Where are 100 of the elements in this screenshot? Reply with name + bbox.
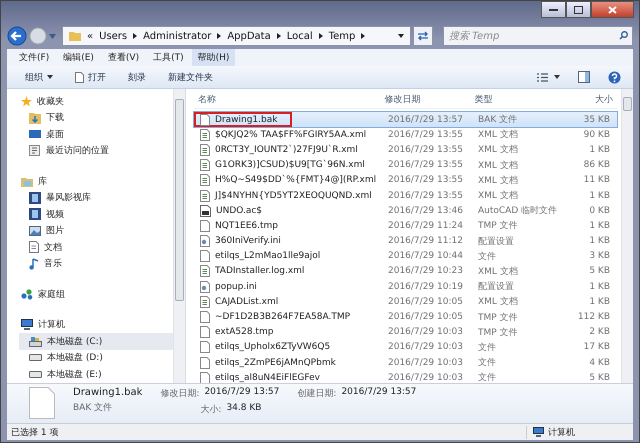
nav-item[interactable]: 视频 <box>19 206 173 222</box>
breadcrumb[interactable]: Users <box>99 30 128 42</box>
caret-icon[interactable] <box>554 75 560 79</box>
minimize-button[interactable] <box>541 1 566 18</box>
size-cell-text: 1 KB <box>588 282 611 292</box>
column-header[interactable]: 名称 <box>194 93 380 106</box>
type-cell-text: TMP 文件 <box>477 326 519 339</box>
address-bar[interactable]: « Users Administrator AppData Local Temp <box>62 26 411 46</box>
help-icon[interactable] <box>608 70 621 84</box>
nav-item[interactable]: 暴风影视库 <box>19 190 173 206</box>
chevron-icon[interactable] <box>361 33 366 39</box>
homegroup-icon <box>21 288 33 300</box>
search-icon <box>619 31 628 40</box>
dropdown-arrow-icon[interactable] <box>398 34 404 38</box>
menu-item[interactable]: 查看(V) <box>102 49 146 66</box>
nav-item[interactable]: 本地磁盘 (D:) <box>19 350 173 366</box>
date-cell-text: 2016/7/29 13:55 <box>387 190 464 201</box>
nav-item[interactable]: 计算机 <box>19 316 173 333</box>
file-row[interactable]: NQT1EE6.tmp 2016/7/29 11:24 TMP 文件 1 KB <box>194 218 617 234</box>
chevron-icon[interactable] <box>133 33 138 39</box>
file-row[interactable]: Drawing1.bak 2016/7/29 13:57 BAK 文件 35 KB <box>194 112 617 128</box>
file-row[interactable]: extA528.tmp 2016/7/29 10:03 TMP 文件 2 KB <box>194 324 617 340</box>
file-row[interactable]: ~DF1D2B3B264F7EA58A.TMP 2016/7/29 10:05 TMP 文件 112 KB <box>194 309 617 325</box>
nav-item[interactable]: 下载 <box>19 110 173 126</box>
xml-file-icon <box>200 296 210 308</box>
file-row[interactable]: popup.ini 2016/7/29 10:19 配置设置 1 KB <box>194 279 617 294</box>
scrollbar[interactable] <box>621 89 633 383</box>
settings-file-icon <box>200 280 210 293</box>
recent-places-icon <box>29 144 41 157</box>
toolbar-button[interactable]: 新建文件夹 <box>160 68 221 86</box>
chevron-icon[interactable] <box>217 33 222 39</box>
menu-item[interactable]: 编辑(E) <box>57 49 100 66</box>
maximize-button[interactable] <box>566 1 591 18</box>
field-value: 34.8 KB <box>226 403 262 415</box>
file-row[interactable]: etilqs_Upholx6ZTyVW6Q5 2016/7/29 10:03 文件 17 KB <box>194 340 617 355</box>
toolbar-button[interactable]: 组织 <box>17 68 61 86</box>
breadcrumb-overflow[interactable]: « <box>87 30 94 42</box>
nav-item[interactable]: 库 <box>19 173 173 190</box>
breadcrumb[interactable]: Temp <box>328 30 356 42</box>
library-icon <box>21 176 33 187</box>
menu-item[interactable]: 帮助(H) <box>192 49 236 66</box>
file-row[interactable]: CAJADList.xml 2016/7/29 10:05 XML 文档 1 KB <box>194 294 617 310</box>
file-row[interactable]: etilqs_2ZmPE6jAMnQPbmk 2016/7/29 10:03 文件 4 KB <box>194 355 617 370</box>
type-cell-text: 文件 <box>477 342 497 354</box>
file-name-cell: etilqs_al8uN4EiFlEGFev <box>194 370 380 383</box>
file-row[interactable]: etilqs_al8uN4EiFlEGFev 2016/7/29 10:03 文件 5 KB <box>194 370 617 383</box>
nav-item[interactable]: 最近访问的位置 <box>19 142 173 159</box>
scrollbar[interactable] <box>173 89 185 383</box>
nav-item[interactable]: 家庭组 <box>19 286 173 302</box>
refresh-button[interactable] <box>413 26 433 46</box>
type-cell-text: 文件 <box>477 356 497 370</box>
size-cell-text: 4 KB <box>588 358 611 368</box>
file-row[interactable]: $QKJQ2% TAA$FF%FGIRY5AA.xml 2016/7/29 13:55 XML 文档 90 KB <box>194 127 617 142</box>
column-header[interactable]: 修改日期 <box>380 93 471 106</box>
date-cell-text: 2016/7/29 10:03 <box>387 358 464 368</box>
file-row[interactable]: G1ORK3)]CSUD)$U9[TG`96N.xml 2016/7/29 13:55 XML 文档 86 KB <box>194 158 617 173</box>
search-field[interactable]: 搜索 Temp <box>443 26 633 46</box>
view-list-icon[interactable] <box>537 72 548 82</box>
nav-item[interactable]: 收藏夹 <box>19 93 173 110</box>
file-name-cell: popup.ini <box>194 279 380 294</box>
breadcrumb[interactable]: Administrator <box>143 30 212 42</box>
nav-item[interactable]: 音乐 <box>19 256 173 272</box>
date-cell-text: 2016/7/29 10:03 <box>387 342 464 352</box>
breadcrumb[interactable]: Local <box>286 30 313 42</box>
file-row[interactable]: 0RCT3Y_IOUNT2`)27FJ9U`R.xml 2016/7/29 13:55 XML 文档 1 KB <box>194 142 617 158</box>
file-row[interactable]: 360IniVerify.ini 2016/7/29 11:12 配置设置 1 KB <box>194 234 617 249</box>
column-header[interactable]: 大小 <box>553 93 618 106</box>
close-button[interactable] <box>591 1 634 18</box>
file-row[interactable]: UNDO.ac$ 2016/7/29 13:46 AutoCAD 临时文件 0 KB <box>194 203 617 218</box>
file-row[interactable]: J]$4NYHN{YD5YT2XEOQUQND.xml 2016/7/29 13:55 XML 文档 1 KB <box>194 188 617 204</box>
caret-icon <box>47 75 53 79</box>
toolbar-button[interactable]: 刻录 <box>120 68 154 86</box>
toolbar-button[interactable]: 打开 <box>67 68 114 86</box>
file-row[interactable]: etilqs_L2mMao1lle9ajol 2016/7/29 10:44 文件 3 KB <box>194 248 617 264</box>
file-icon <box>200 220 210 232</box>
chevron-icon[interactable] <box>276 33 281 39</box>
type-cell-text: XML 文档 <box>477 266 519 278</box>
location-label: 计算机 <box>548 426 575 438</box>
nav-item[interactable]: 桌面 <box>19 126 173 142</box>
chevron-icon[interactable] <box>318 33 323 39</box>
date-cell-text: 2016/7/29 13:55 <box>387 160 464 170</box>
file-name-cell: 0RCT3Y_IOUNT2`)27FJ9U`R.xml <box>194 142 380 158</box>
drive-icon <box>29 370 42 378</box>
nav-item[interactable]: 本地磁盘 (C:) <box>19 333 173 350</box>
settings-file-icon <box>200 235 210 248</box>
back-icon[interactable] <box>7 26 27 46</box>
column-header[interactable]: 类型 <box>470 93 554 106</box>
menu-item[interactable]: 工具(T) <box>147 49 190 66</box>
nav-item[interactable]: 本地磁盘 (E:) <box>19 366 173 382</box>
file-row[interactable]: TADInstaller.log.xml 2016/7/29 10:23 XML 文档 5 KB <box>194 264 617 280</box>
document-icon <box>75 72 84 82</box>
xml-file-icon <box>200 265 210 278</box>
breadcrumb[interactable]: AppData <box>227 30 271 42</box>
size-cell-text: 1 KB <box>588 220 611 231</box>
nav-item[interactable]: 图片 <box>19 222 173 239</box>
preview-pane-icon[interactable] <box>578 71 590 83</box>
nav-item[interactable]: 文档 <box>19 239 173 256</box>
file-row[interactable]: H%Q~S49$DD`%{FMT}4@](RP.xml 2016/7/29 13:55 XML 文档 11 KB <box>194 172 617 188</box>
menu-item[interactable]: 文件(F) <box>13 49 56 66</box>
date-cell-text: 2016/7/29 11:24 <box>387 220 464 231</box>
